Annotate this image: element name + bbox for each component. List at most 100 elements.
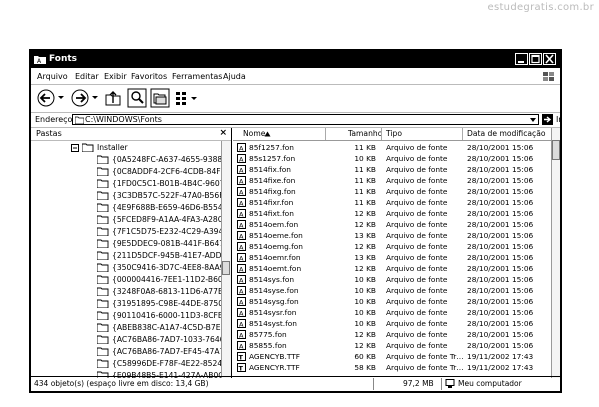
file-modified: 28/10/2001 15:06 bbox=[467, 275, 534, 284]
minimize-button[interactable] bbox=[515, 53, 528, 65]
title-bar[interactable]: A Fonts bbox=[31, 51, 560, 68]
svg-text:A: A bbox=[239, 332, 244, 340]
file-modified: 28/10/2001 15:06 bbox=[467, 143, 534, 152]
font-file-icon: A bbox=[237, 341, 246, 350]
tree-item-label: Installer bbox=[97, 143, 128, 152]
file-row[interactable]: A 8514fixg.fon 11 KB Arquivo de fonte 28/10/… bbox=[233, 186, 551, 197]
folder-tree[interactable]: Installer {0A5248FC-A637-4655-9388-8F3… {0… bbox=[31, 141, 222, 378]
close-button[interactable] bbox=[543, 53, 556, 65]
file-row[interactable]: A 8514sysg.fon 10 KB Arquivo de fonte 28/10/… bbox=[233, 296, 551, 307]
file-modified: 28/10/2001 15:06 bbox=[467, 341, 534, 350]
file-row[interactable]: A 8514oem.fon 12 KB Arquivo de fonte 28/10/2… bbox=[233, 219, 551, 230]
tree-item-label: {1FD0C5C1-B01B-4B4C-9607-E5D… bbox=[112, 179, 222, 188]
folder-icon bbox=[97, 191, 109, 200]
tree-item-label: {5FCED8F9-A1AA-4FA3-A28C-F62… bbox=[112, 215, 222, 224]
column-size[interactable]: Tamanho bbox=[348, 129, 382, 138]
back-button[interactable] bbox=[37, 88, 65, 108]
menu-bar: Arquivo Editar Exibir Favoritos Ferramen… bbox=[31, 70, 560, 85]
address-label: Endereço bbox=[35, 115, 73, 124]
column-type[interactable]: Tipo bbox=[386, 129, 402, 138]
list-scrollbar[interactable] bbox=[551, 128, 560, 378]
column-modified[interactable]: Data de modificação bbox=[467, 129, 546, 138]
views-button[interactable] bbox=[174, 88, 200, 108]
file-row[interactable]: A 8514syst.fon 10 KB Arquivo de fonte 28/10/… bbox=[233, 318, 551, 329]
file-name: 85775.fon bbox=[249, 330, 287, 339]
file-type: Arquivo de fonte bbox=[386, 209, 448, 218]
file-row[interactable]: A 85s1257.fon 10 KB Arquivo de fonte 28/10/2… bbox=[233, 153, 551, 164]
computer-icon bbox=[445, 379, 455, 388]
file-size: 12 KB bbox=[354, 341, 376, 350]
file-row[interactable]: A 85775.fon 12 KB Arquivo de fonte 28/10/200… bbox=[233, 329, 551, 340]
menu-arquivo[interactable]: Arquivo bbox=[37, 72, 68, 81]
file-name: 8514oemg.fon bbox=[249, 242, 303, 251]
file-row[interactable]: A 8514fixt.fon 12 KB Arquivo de fonte 28/10/… bbox=[233, 208, 551, 219]
svg-text:A: A bbox=[239, 211, 244, 219]
svg-text:A: A bbox=[239, 244, 244, 252]
chevron-down-icon[interactable] bbox=[529, 116, 537, 124]
menu-ferramentas[interactable]: Ferramentas bbox=[172, 72, 222, 81]
file-row[interactable]: A 8514oemt.fon 12 KB Arquivo de fonte 28/10/… bbox=[233, 263, 551, 274]
svg-text:A: A bbox=[239, 277, 244, 285]
maximize-button[interactable] bbox=[529, 53, 542, 65]
address-field[interactable]: C:\WINDOWS\Fonts bbox=[72, 114, 539, 125]
menu-favoritos[interactable]: Favoritos bbox=[131, 72, 167, 81]
file-name: 85s1257.fon bbox=[249, 154, 296, 163]
scroll-thumb[interactable] bbox=[552, 140, 560, 160]
forward-button[interactable] bbox=[71, 88, 99, 108]
search-button[interactable] bbox=[127, 88, 147, 108]
menu-editar[interactable]: Editar bbox=[75, 72, 99, 81]
scroll-thumb[interactable] bbox=[222, 261, 230, 275]
windows-logo-icon bbox=[543, 72, 554, 81]
file-name: 85f1257.fon bbox=[249, 143, 294, 152]
file-row[interactable]: A 8514fixe.fon 11 KB Arquivo de fonte 28/10/… bbox=[233, 175, 551, 186]
file-size: 10 KB bbox=[354, 308, 376, 317]
file-type: Arquivo de fonte bbox=[386, 143, 448, 152]
file-row[interactable]: T AGENCYB.TTF 60 KB Arquivo de fonte Tr… 19/… bbox=[233, 351, 551, 362]
collapse-icon[interactable] bbox=[71, 144, 79, 152]
file-size: 10 KB bbox=[354, 275, 376, 284]
folders-button[interactable] bbox=[150, 88, 170, 108]
file-name: 8514fixt.fon bbox=[249, 209, 294, 218]
menu-ajuda[interactable]: Ajuda bbox=[223, 72, 246, 81]
up-folder-button[interactable] bbox=[104, 88, 122, 108]
close-folders-pane-icon[interactable]: × bbox=[219, 128, 227, 138]
file-row[interactable]: A 85855.fon 12 KB Arquivo de fonte 28/10/200… bbox=[233, 340, 551, 351]
file-size: 12 KB bbox=[354, 242, 376, 251]
font-file-icon: A bbox=[237, 319, 246, 328]
font-file-icon: A bbox=[237, 242, 246, 251]
file-row[interactable]: A 8514oemg.fon 12 KB Arquivo de fonte 28/10/… bbox=[233, 241, 551, 252]
tree-item-label: {ABEB838C-A1A7-4C5D-B7E1-8B… bbox=[112, 323, 222, 332]
file-row[interactable]: A 8514syse.fon 10 KB Arquivo de fonte 28/10/… bbox=[233, 285, 551, 296]
font-file-icon: A bbox=[237, 253, 246, 262]
status-objects: 434 objeto(s) (espaço livre em disco: 13… bbox=[34, 379, 209, 388]
file-row[interactable]: A 8514oemr.fon 13 KB Arquivo de fonte 28/10/… bbox=[233, 252, 551, 263]
folders-scrollbar[interactable] bbox=[221, 141, 231, 378]
file-name: 8514oem.fon bbox=[249, 220, 299, 229]
file-modified: 28/10/2001 15:06 bbox=[467, 198, 534, 207]
file-row[interactable]: T AGENCYR.TTF 58 KB Arquivo de fonte Tr… 19/… bbox=[233, 362, 551, 373]
watermark: estudegratis.com.br bbox=[487, 2, 594, 13]
file-row[interactable]: A 85f1257.fon 11 KB Arquivo de fonte 28/10/2… bbox=[233, 142, 551, 153]
file-row[interactable]: A 8514fixr.fon 11 KB Arquivo de fonte 28/10/… bbox=[233, 197, 551, 208]
svg-text:A: A bbox=[239, 310, 244, 318]
file-modified: 19/11/2002 17:43 bbox=[467, 352, 534, 361]
file-row[interactable]: A 8514fix.fon 11 KB Arquivo de fonte 28/10/2… bbox=[233, 164, 551, 175]
svg-text:A: A bbox=[239, 145, 244, 153]
column-name[interactable]: Nome bbox=[243, 129, 265, 138]
file-row[interactable]: A 8514oeme.fon 13 KB Arquivo de fonte 28/10/… bbox=[233, 230, 551, 241]
folder-icon bbox=[97, 227, 109, 236]
tree-item-label: {31951895-C98E-44DE-8750-984… bbox=[112, 299, 222, 308]
file-type: Arquivo de fonte bbox=[386, 308, 448, 317]
menu-exibir[interactable]: Exibir bbox=[104, 72, 127, 81]
address-bar: Endereço C:\WINDOWS\Fonts Ir bbox=[31, 113, 560, 128]
file-row[interactable]: A 8514sys.fon 10 KB Arquivo de fonte 28/10/2… bbox=[233, 274, 551, 285]
font-file-icon: A bbox=[237, 143, 246, 152]
file-size: 10 KB bbox=[354, 154, 376, 163]
font-file-icon: A bbox=[237, 220, 246, 229]
svg-text:A: A bbox=[239, 343, 244, 351]
file-row[interactable]: A 8514sysr.fon 10 KB Arquivo de fonte 28/10/… bbox=[233, 307, 551, 318]
file-type: Arquivo de fonte bbox=[386, 187, 448, 196]
file-size: 13 KB bbox=[354, 231, 376, 240]
folders-pane: Pastas × Installer {0A5248FC-A637-4655-93… bbox=[31, 128, 232, 378]
file-size: 13 KB bbox=[354, 253, 376, 262]
